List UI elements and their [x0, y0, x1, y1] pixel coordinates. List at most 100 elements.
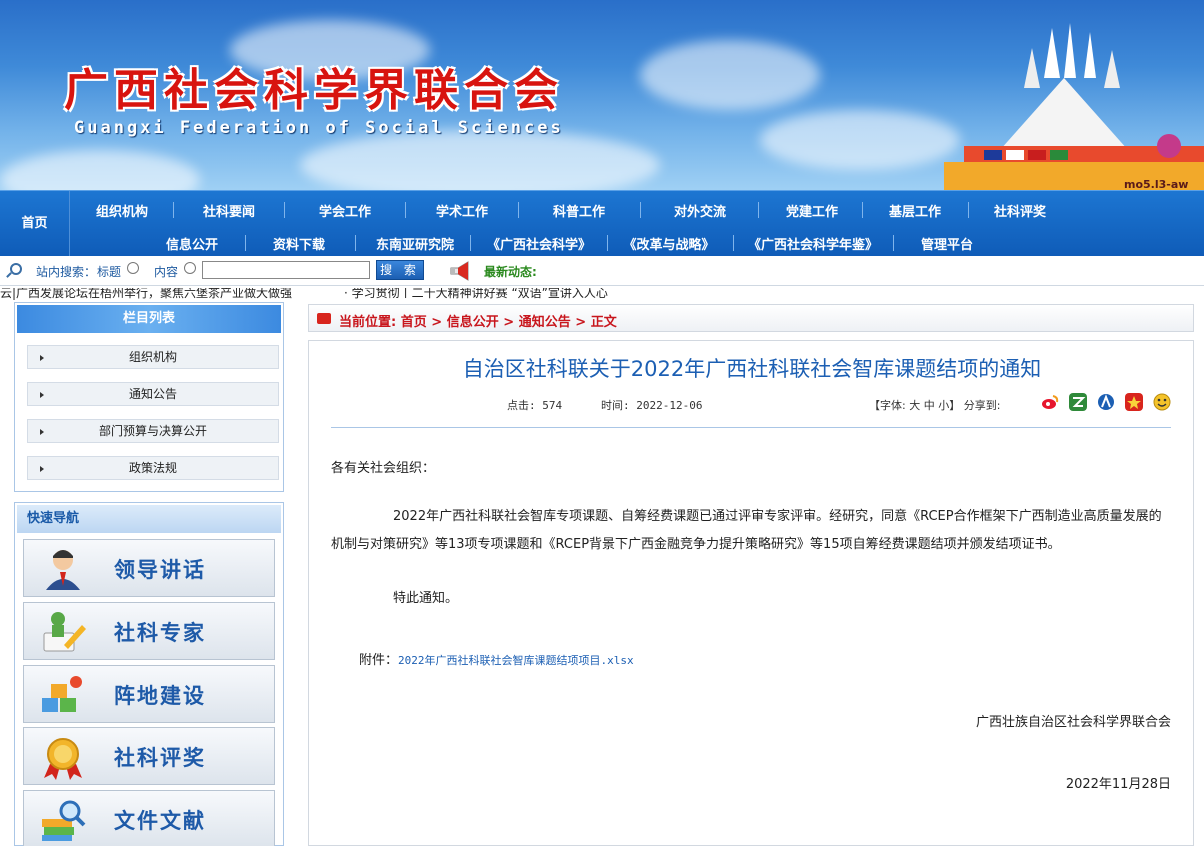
site-title: 广西社会科学界联合会	[64, 65, 564, 116]
column-list-header: 栏目列表	[17, 305, 281, 333]
breadcrumb-separator: >	[431, 315, 443, 330]
nav-item-sea-institute[interactable]: 东南亚研究院	[376, 234, 454, 253]
article-notice: 特此通知。	[393, 591, 459, 606]
sidebar-item-budget[interactable]: 部门预算与决算公开	[27, 419, 279, 443]
latest-news-label: 最新动态:	[484, 265, 537, 279]
breadcrumb-current: 正文	[590, 315, 617, 330]
publish-time: 2022-12-06	[636, 399, 703, 412]
search-option-content-radio[interactable]	[184, 262, 196, 274]
article-signer: 广西壮族自治区社会科学界联合会	[975, 715, 1171, 730]
nav-item-academic[interactable]: 学术工作	[436, 201, 488, 220]
share-blue-icon[interactable]	[1097, 393, 1115, 411]
column-list: 栏目列表 组织机构 通知公告 部门预算与决算公开 政策法规	[14, 302, 284, 492]
stadium-label: mo5.l3-aw	[1124, 178, 1188, 190]
article-salutation: 各有关社会组织：	[331, 461, 436, 476]
breadcrumb-home[interactable]: 首页	[401, 315, 427, 330]
nav-item-exchange[interactable]: 对外交流	[674, 201, 726, 220]
font-size-label: 【字体:	[869, 399, 906, 412]
quick-item-awards[interactable]: 社科评奖	[23, 727, 275, 785]
nav-item-yearbook[interactable]: 《广西社会科学年鉴》	[748, 234, 878, 253]
quick-item-label: 文件文献	[114, 809, 206, 833]
breadcrumb-separator: >	[503, 315, 515, 330]
share-red-icon[interactable]	[1125, 393, 1143, 411]
nav-item-party[interactable]: 党建工作	[786, 201, 838, 220]
divider	[331, 427, 1171, 428]
site-subtitle: Guangxi Federation of Social Sciences	[74, 118, 564, 138]
nav-item-org[interactable]: 组织机构	[96, 201, 148, 220]
font-size-small[interactable]: 小】	[938, 399, 960, 412]
quick-item-documents[interactable]: 文件文献	[23, 790, 275, 846]
document-magnifier-icon	[42, 800, 86, 841]
article-body: 2022年广西社科联社会智库专项课题、自筹经费课题已通过评审专家评审。经研究，同…	[331, 509, 1162, 552]
breadcrumb-label: 当前位置:	[339, 315, 397, 330]
nav-item-grassroots[interactable]: 基层工作	[889, 201, 941, 220]
breadcrumb-info[interactable]: 信息公开	[447, 315, 499, 330]
page: 广西社会科学界联合会 Guangxi Federation of Social …	[0, 0, 1204, 846]
flag-icon	[317, 313, 331, 324]
leader-icon	[46, 550, 80, 590]
article: 自治区社科联关于2022年广西社科联社会智库课题结项的通知 点击: 574 时间…	[308, 340, 1194, 846]
ticker-item-left[interactable]: 云|广西发展论坛在梧州举行，聚焦六堡茶产业做大做强	[0, 288, 292, 301]
share-green-icon[interactable]	[1069, 393, 1087, 411]
sidebar-item-label: 政策法规	[128, 461, 177, 475]
search-bar: 站内搜索： 标题 内容 搜 索 最新动态:	[0, 256, 1204, 286]
weibo-icon[interactable]	[1041, 393, 1059, 411]
nav-item-admin[interactable]: 管理平台	[921, 234, 973, 253]
quick-item-leader-speech[interactable]: 领导讲话	[23, 539, 275, 597]
search-input[interactable]	[202, 261, 370, 279]
nav-item-journal[interactable]: 《广西社会科学》	[487, 234, 591, 253]
quick-item-label: 社科评奖	[114, 746, 206, 770]
time-label: 时间:	[601, 399, 630, 412]
sidebar-item-notices[interactable]: 通知公告	[27, 382, 279, 406]
bullet-icon	[40, 429, 44, 435]
search-option-content-label: 内容	[154, 265, 179, 279]
building-blocks-icon	[42, 676, 82, 712]
font-size-medium[interactable]: 中	[924, 399, 935, 412]
main-nav: 首页 组织机构 社科要闻 学会工作 学术工作 科普工作 对外交流 党建工作 基层…	[0, 190, 1204, 257]
site-banner: 广西社会科学界联合会 Guangxi Federation of Social …	[0, 0, 1204, 190]
expert-icon	[43, 612, 86, 652]
quick-item-label: 领导讲话	[114, 558, 206, 582]
stadium-illustration: mo5.l3-aw	[944, 23, 1204, 190]
nav-home[interactable]: 首页	[0, 191, 70, 257]
bullet-icon	[40, 466, 44, 472]
font-size-large[interactable]: 大	[909, 399, 920, 412]
breadcrumb-separator: >	[575, 315, 587, 330]
bullet-icon	[40, 355, 44, 361]
quick-nav-header: 快速导航	[17, 505, 281, 533]
article-title: 自治区社科联关于2022年广西社科联社会智库课题结项的通知	[462, 357, 1042, 381]
quick-item-experts[interactable]: 社科专家	[23, 602, 275, 660]
quick-item-label: 社科专家	[114, 621, 206, 645]
clicks-count: 574	[542, 399, 563, 412]
quick-item-platform[interactable]: 阵地建设	[23, 665, 275, 723]
nav-item-download[interactable]: 资料下载	[273, 234, 325, 253]
nav-item-info[interactable]: 信息公开	[166, 234, 218, 253]
sidebar-item-policy[interactable]: 政策法规	[27, 456, 279, 480]
share-smile-icon[interactable]	[1153, 393, 1171, 411]
attachment-label: 附件：	[359, 653, 399, 668]
sidebar-item-label: 通知公告	[128, 387, 177, 401]
breadcrumb: 当前位置: 首页 > 信息公开 > 通知公告 > 正文	[308, 304, 1194, 332]
attachment-link[interactable]: 2022年广西社科联社会智库课题结项项目.xlsx	[398, 654, 634, 667]
search-icon	[10, 263, 22, 275]
nav-item-popsci[interactable]: 科普工作	[553, 201, 605, 220]
nav-item-society[interactable]: 学会工作	[319, 201, 371, 220]
quick-item-label: 阵地建设	[114, 684, 206, 708]
medal-icon	[44, 738, 82, 780]
ticker-item-right[interactable]: · 学习贯彻丨二十大精神讲好赛 “双语”宣讲入人心	[344, 288, 608, 301]
nav-item-reform[interactable]: 《改革与战略》	[623, 234, 714, 253]
nav-item-news[interactable]: 社科要闻	[203, 201, 255, 220]
search-button[interactable]: 搜 索	[376, 260, 424, 280]
sidebar-item-label: 部门预算与决算公开	[98, 424, 207, 438]
sidebar-item-org[interactable]: 组织机构	[27, 345, 279, 369]
search-option-title-radio[interactable]	[127, 262, 139, 274]
share-label: 分享到:	[963, 399, 1001, 412]
quick-nav: 快速导航 领导讲话 社科专家 阵地建设 社科评奖 文件文献	[14, 502, 284, 846]
bullet-icon	[40, 392, 44, 398]
sidebar-item-label: 组织机构	[128, 350, 177, 364]
search-label: 站内搜索：	[36, 265, 97, 279]
article-date: 2022年11月28日	[1065, 777, 1171, 792]
nav-item-awards[interactable]: 社科评奖	[994, 201, 1046, 220]
breadcrumb-notices[interactable]: 通知公告	[519, 315, 571, 330]
megaphone-icon	[450, 261, 469, 281]
